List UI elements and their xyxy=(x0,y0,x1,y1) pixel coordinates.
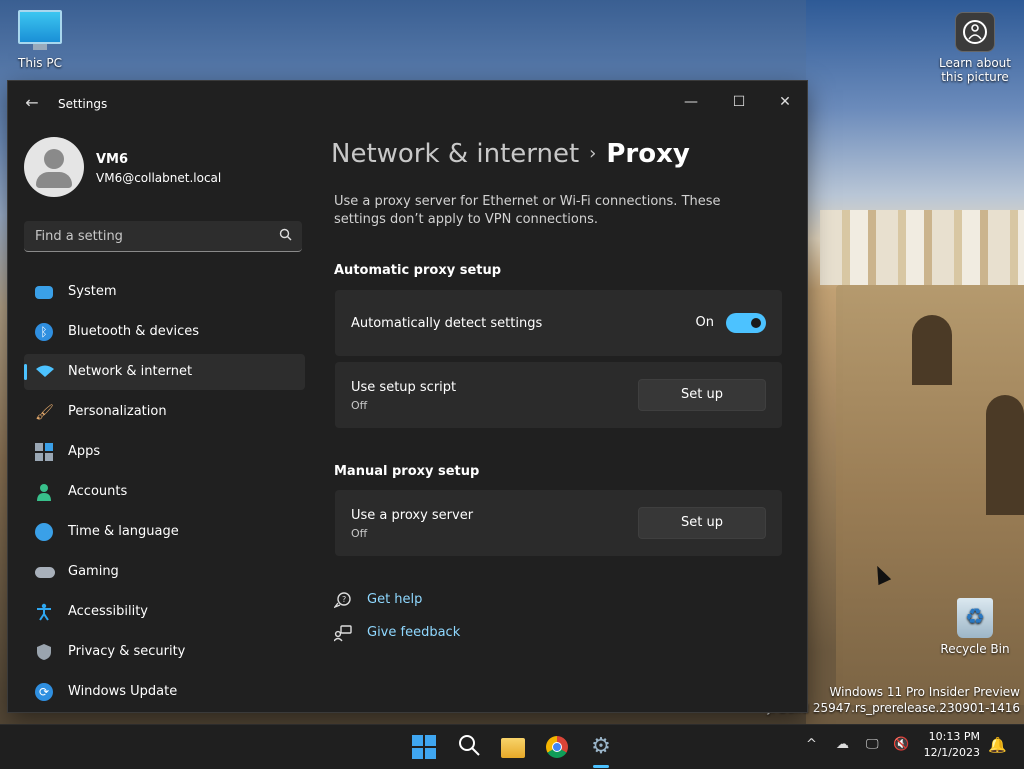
auto-detect-card: Automatically detect settings On xyxy=(335,290,782,356)
network-icon[interactable]: 🖵 xyxy=(866,737,879,752)
onedrive-offline-icon[interactable]: ☁ xyxy=(836,737,849,752)
breadcrumb-parent[interactable]: Network & internet xyxy=(331,139,579,169)
sidebar-item-accessibility[interactable]: Accessibility xyxy=(24,594,305,630)
taskbar: ⚙ ^ ☁ 🖵 🔇 10:13 PM 12/1/2023 🔔 xyxy=(0,724,1024,769)
sidebar-item-label: System xyxy=(68,284,117,299)
this-pc-label: This PC xyxy=(18,56,62,70)
clock-date: 12/1/2023 xyxy=(923,746,980,759)
sidebar-item-label: Network & internet xyxy=(68,364,193,379)
this-pc-desktop-icon[interactable]: This PC xyxy=(0,10,80,70)
give-feedback-label: Give feedback xyxy=(367,625,461,640)
page-description: Use a proxy server for Ethernet or Wi-Fi… xyxy=(334,194,721,227)
search-input[interactable]: Find a setting xyxy=(24,221,302,252)
monitor-icon xyxy=(35,286,53,299)
close-button[interactable]: ✕ xyxy=(762,87,808,117)
sidebar-item-label: Accounts xyxy=(68,484,128,499)
svg-text:?: ? xyxy=(342,595,346,604)
user-email: VM6@collabnet.local xyxy=(96,171,222,185)
person-icon xyxy=(35,483,53,501)
minimize-button[interactable]: — xyxy=(668,87,714,117)
proxy-server-title: Use a proxy server xyxy=(351,508,474,523)
proxy-server-card: Use a proxy server Off Set up xyxy=(335,490,782,556)
avatar[interactable] xyxy=(24,137,84,197)
sidebar-item-apps[interactable]: Apps xyxy=(24,434,305,470)
search-icon xyxy=(459,735,480,756)
notification-bell-icon[interactable]: 🔔 xyxy=(988,736,1007,754)
settings-gear-icon[interactable]: ⚙ xyxy=(587,733,615,761)
recycle-bin-label: Recycle Bin xyxy=(940,642,1010,656)
section-heading-automatic: Automatic proxy setup xyxy=(334,263,502,278)
monitor-icon xyxy=(18,10,62,44)
file-explorer-icon[interactable] xyxy=(501,738,525,758)
recycle-bin-desktop-icon[interactable]: ♻ Recycle Bin xyxy=(935,598,1015,656)
setup-script-status: Off xyxy=(351,399,368,412)
get-help-label: Get help xyxy=(367,592,423,607)
sidebar-item-system[interactable]: System xyxy=(24,274,305,310)
brush-icon: 🖌 xyxy=(35,403,55,421)
sidebar-item-label: Accessibility xyxy=(68,604,148,619)
setup-script-button[interactable]: Set up xyxy=(638,379,766,411)
sidebar-item-gaming[interactable]: Gaming xyxy=(24,554,305,590)
wifi-icon xyxy=(35,363,54,381)
globe-clock-icon xyxy=(35,523,53,541)
learn-about-label-1: Learn about xyxy=(939,56,1011,70)
title-bar: ← Settings — ☐ ✕ xyxy=(8,81,807,127)
sidebar-item-accounts[interactable]: Accounts xyxy=(24,474,305,510)
back-arrow-icon[interactable]: ← xyxy=(22,93,42,113)
search-taskbar-button[interactable] xyxy=(455,733,483,761)
section-heading-manual: Manual proxy setup xyxy=(334,464,480,479)
sidebar-item-label: Personalization xyxy=(68,404,167,419)
search-icon xyxy=(279,228,292,245)
taskbar-clock[interactable]: 10:13 PM 12/1/2023 xyxy=(918,729,980,761)
sidebar-item-label: Privacy & security xyxy=(68,644,186,659)
maximize-button[interactable]: ☐ xyxy=(716,87,762,117)
user-name: VM6 xyxy=(96,152,129,167)
sidebar-item-bluetooth[interactable]: ᛒ Bluetooth & devices xyxy=(24,314,305,350)
learn-about-label-2: this picture xyxy=(941,70,1009,84)
start-button[interactable] xyxy=(412,735,436,759)
learn-about-picture-icon[interactable]: Learn about this picture xyxy=(935,12,1015,84)
setup-script-card: Use setup script Off Set up xyxy=(335,362,782,428)
breadcrumb: Network & internet › Proxy xyxy=(331,139,690,169)
setup-script-title: Use setup script xyxy=(351,380,457,395)
settings-window: ← Settings — ☐ ✕ VM6 VM6@collabnet.local… xyxy=(8,81,807,712)
page-title: Proxy xyxy=(606,139,690,169)
chevron-right-icon: › xyxy=(589,143,597,164)
sidebar-item-windows-update[interactable]: ⟳ Windows Update xyxy=(24,674,305,710)
search-placeholder: Find a setting xyxy=(35,229,123,244)
sidebar-item-label: Apps xyxy=(68,444,101,459)
chrome-icon[interactable] xyxy=(546,736,568,758)
apps-icon xyxy=(35,443,53,461)
sidebar-item-label: Windows Update xyxy=(68,684,178,699)
bluetooth-icon: ᛒ xyxy=(35,323,53,341)
sidebar-item-network[interactable]: Network & internet xyxy=(24,354,305,390)
feedback-icon xyxy=(333,624,352,642)
sidebar-nav: System ᛒ Bluetooth & devices Network & i… xyxy=(24,274,305,714)
wallpaper-houses xyxy=(820,210,1024,285)
toggle-state-label: On xyxy=(695,315,714,330)
shield-icon xyxy=(35,643,53,661)
clock-time: 10:13 PM xyxy=(928,730,980,743)
proxy-server-status: Off xyxy=(351,527,368,540)
window-title: Settings xyxy=(58,97,108,111)
sidebar-item-personalization[interactable]: 🖌 Personalization xyxy=(24,394,305,430)
sidebar-item-label: Gaming xyxy=(68,564,119,579)
volume-muted-icon[interactable]: 🔇 xyxy=(893,737,909,752)
auto-detect-toggle[interactable] xyxy=(726,313,766,333)
proxy-setup-button[interactable]: Set up xyxy=(638,507,766,539)
sidebar-item-label: Bluetooth & devices xyxy=(68,324,199,339)
sidebar-item-privacy[interactable]: Privacy & security xyxy=(24,634,305,670)
sidebar-item-label: Time & language xyxy=(68,524,179,539)
auto-detect-title: Automatically detect settings xyxy=(351,316,543,331)
chevron-up-icon[interactable]: ^ xyxy=(806,737,817,752)
camera-icon xyxy=(955,12,995,52)
update-icon: ⟳ xyxy=(35,683,53,701)
recycle-bin-icon: ♻ xyxy=(957,598,993,638)
help-chat-icon: ? xyxy=(332,591,352,609)
sidebar-item-time-language[interactable]: Time & language xyxy=(24,514,305,550)
controller-icon xyxy=(35,567,55,578)
accessibility-icon xyxy=(35,603,53,621)
